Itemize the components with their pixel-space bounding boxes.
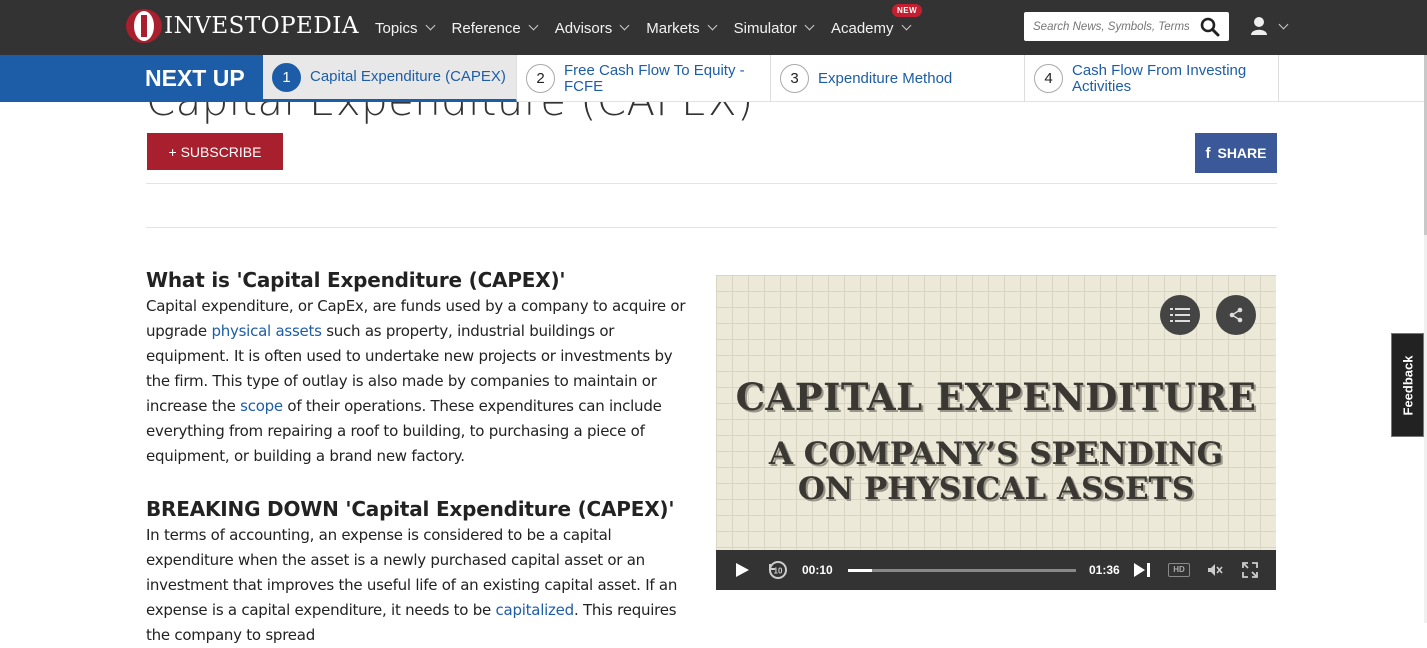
nav-topics-label: Topics — [375, 20, 418, 37]
chevron-down-icon — [901, 20, 911, 31]
section-heading: BREAKING DOWN 'Capital Expenditure (CAPE… — [146, 497, 675, 521]
video-subtitle-line: ON PHYSICAL ASSETS — [797, 471, 1195, 507]
hd-button[interactable]: HD — [1168, 563, 1190, 577]
top-navigation-bar: INVESTOPEDIA Topics Reference Advisors M… — [0, 0, 1427, 55]
article-paragraph: Capital expenditure, or CapEx, are funds… — [146, 294, 696, 469]
current-time: 00:10 — [802, 563, 833, 577]
next-up-bar: NEXT UP 1 Capital Expenditure (CAPEX) 2 … — [0, 55, 1427, 102]
play-icon[interactable] — [734, 562, 750, 578]
feedback-label: Feedback — [1400, 355, 1416, 415]
nav-topics[interactable]: Topics — [375, 18, 435, 37]
investopedia-logo[interactable]: INVESTOPEDIA — [126, 9, 359, 43]
video-title: CAPITAL EXPENDITURE — [735, 375, 1257, 419]
next-up-item-1[interactable]: 1 Capital Expenditure (CAPEX) — [263, 55, 517, 102]
nav-simulator-label: Simulator — [733, 20, 797, 37]
scope-link[interactable]: scope — [240, 397, 283, 415]
article-paragraph: In terms of accounting, an expense is co… — [146, 523, 696, 648]
share-icon — [1229, 307, 1243, 323]
video-controls: 10 00:10 01:36 HD — [716, 550, 1276, 590]
fullscreen-icon[interactable] — [1242, 562, 1258, 578]
next-up-title: Capital Expenditure (CAPEX) — [310, 68, 506, 85]
playlist-button[interactable] — [1160, 295, 1200, 335]
divider — [146, 227, 1277, 228]
facebook-icon: f — [1205, 144, 1211, 162]
list-icon — [1170, 308, 1190, 322]
physical-assets-link[interactable]: physical assets — [211, 322, 322, 340]
new-badge: NEW — [891, 4, 923, 17]
search-input[interactable] — [1024, 12, 1189, 41]
nav-reference-label: Reference — [451, 20, 521, 37]
nav-academy-label: Academy — [830, 20, 894, 37]
next-up-number: 2 — [526, 64, 555, 93]
nav-advisors-label: Advisors — [554, 20, 613, 37]
chevron-down-icon — [804, 20, 815, 31]
facebook-share-button[interactable]: f SHARE — [1195, 133, 1277, 173]
search-icon[interactable] — [1200, 17, 1220, 37]
chevron-down-icon — [707, 20, 718, 31]
chevron-down-icon — [425, 20, 435, 31]
next-up-title: Cash Flow From Investing Activities — [1072, 61, 1247, 95]
main-nav: Topics Reference Advisors Markets Simula… — [375, 0, 928, 55]
nav-academy[interactable]: Academy NEW — [830, 4, 923, 37]
nav-markets-label: Markets — [646, 20, 700, 37]
video-progress-bar[interactable] — [848, 569, 1076, 572]
logo-text: INVESTOPEDIA — [164, 13, 359, 39]
nav-advisors[interactable]: Advisors — [554, 18, 630, 37]
video-share-button[interactable] — [1216, 295, 1256, 335]
subscribe-button[interactable]: + SUBSCRIBE — [147, 133, 283, 170]
chevron-down-icon — [619, 20, 630, 31]
duration: 01:36 — [1089, 563, 1120, 577]
divider — [146, 183, 1277, 184]
video-player[interactable]: CAPITAL EXPENDITURE A COMPANY’S SPENDING… — [716, 275, 1276, 590]
next-up-item-4[interactable]: 4 Cash Flow From Investing Activities — [1025, 55, 1279, 102]
next-up-item-3[interactable]: 3 Expenditure Method — [771, 55, 1025, 102]
nav-markets[interactable]: Markets — [646, 18, 718, 37]
next-up-label: NEXT UP — [0, 55, 263, 102]
nav-simulator[interactable]: Simulator — [733, 18, 815, 37]
user-menu[interactable] — [1250, 16, 1289, 36]
share-label: SHARE — [1217, 145, 1267, 161]
next-up-number: 4 — [1034, 64, 1063, 93]
video-progress-fill — [848, 569, 872, 572]
section-heading: What is 'Capital Expenditure (CAPEX)' — [146, 268, 566, 292]
capitalized-link[interactable]: capitalized — [496, 601, 575, 619]
search-box — [1024, 12, 1229, 41]
logo-mark-icon — [126, 9, 162, 43]
user-icon — [1251, 17, 1267, 35]
feedback-tab[interactable]: Feedback — [1391, 333, 1424, 437]
rewind-10-icon[interactable]: 10 — [767, 559, 789, 581]
next-up-title: Free Cash Flow To Equity - FCFE — [564, 61, 745, 95]
mute-icon[interactable] — [1207, 563, 1223, 577]
chevron-down-icon — [1278, 19, 1289, 29]
nav-reference[interactable]: Reference — [451, 18, 539, 37]
next-up-item-2[interactable]: 2 Free Cash Flow To Equity - FCFE — [517, 55, 771, 102]
video-subtitle-line: A COMPANY’S SPENDING — [768, 436, 1224, 472]
chevron-down-icon — [528, 20, 539, 31]
next-up-number: 3 — [780, 64, 809, 93]
article-body: What is 'Capital Expenditure (CAPEX)' Ca… — [146, 268, 696, 648]
next-up-number: 1 — [272, 62, 301, 92]
next-up-title: Expenditure Method — [818, 69, 953, 87]
video-subtitle: A COMPANY’S SPENDING ON PHYSICAL ASSETS — [716, 437, 1276, 507]
skip-next-icon[interactable] — [1133, 562, 1151, 578]
svg-text:10: 10 — [774, 567, 783, 576]
